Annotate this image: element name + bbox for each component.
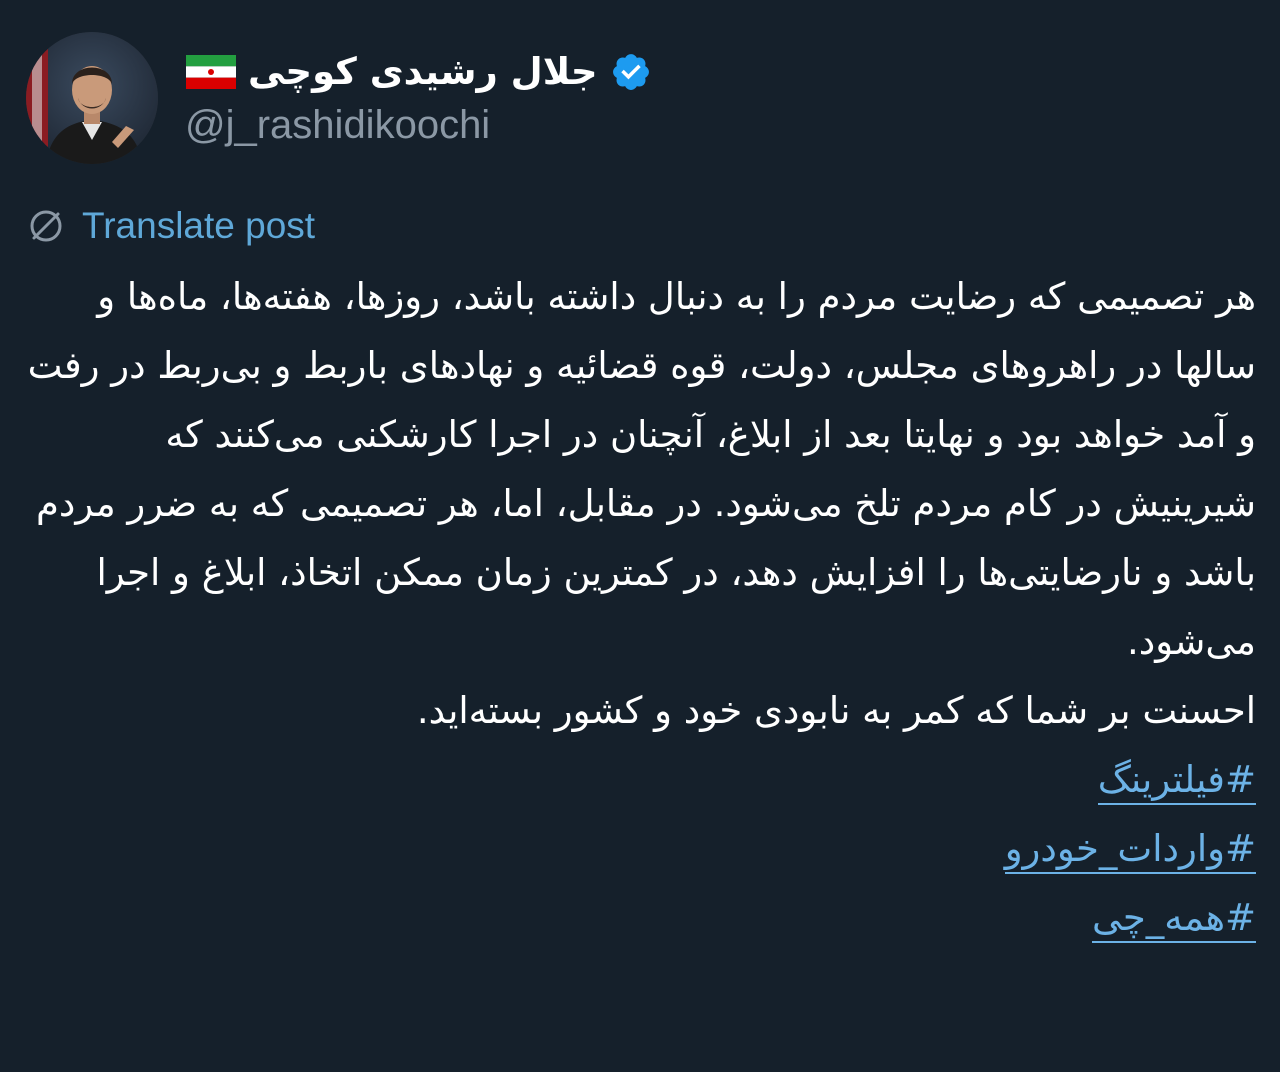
user-handle[interactable]: @j_rashidikoochi xyxy=(185,100,490,150)
hashtag-text: #واردات_خودرو xyxy=(1004,827,1256,874)
post-text: هر تصمیمی که رضایت مردم را به دنبال داشت… xyxy=(27,275,1256,732)
hashtag-text: #همه_چی xyxy=(1092,896,1256,943)
translate-globe-icon xyxy=(26,206,66,246)
post-body: هر تصمیمی که رضایت مردم را به دنبال داشت… xyxy=(20,262,1256,952)
hashtag-list: #فیلترینگ #واردات_خودرو #همه_چی xyxy=(20,745,1256,952)
person-portrait-icon xyxy=(26,32,158,164)
iran-flag-icon xyxy=(186,55,236,89)
hashtag-link[interactable]: #همه_چی xyxy=(20,883,1256,952)
hashtag-link[interactable]: #فیلترینگ xyxy=(20,745,1256,814)
hashtag-link[interactable]: #واردات_خودرو xyxy=(20,814,1256,883)
hashtag-text: #فیلترینگ xyxy=(1097,758,1256,805)
avatar[interactable] xyxy=(26,32,158,164)
display-name[interactable]: جلال رشیدی کوچی xyxy=(248,47,598,97)
profile-name-row[interactable]: جلال رشیدی کوچی xyxy=(186,42,652,102)
verified-badge-icon xyxy=(610,51,652,93)
translate-post-button[interactable]: Translate post xyxy=(26,201,315,251)
translate-post-label: Translate post xyxy=(82,205,316,246)
